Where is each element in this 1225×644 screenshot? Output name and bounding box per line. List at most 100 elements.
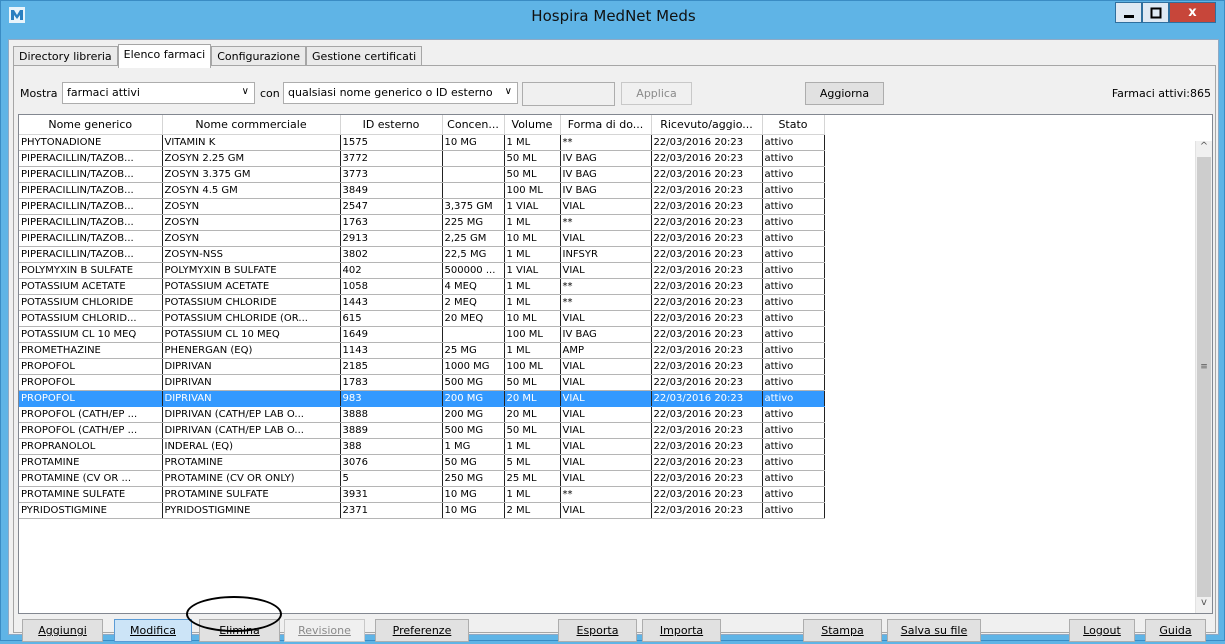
table-row[interactable]: PROMETHAZINE PHENERGAN (EQ) 1143 25 MG 1 ML A… — [19, 342, 825, 359]
table-row[interactable]: PIPERACILLIN/TAZOB... ZOSYN-NSS 3802 22,5 M… — [19, 246, 825, 263]
table-cell: 22/03/2016 20:23 — [651, 278, 763, 295]
column-header[interactable]: Concen... — [442, 115, 505, 135]
export-button[interactable]: Esporta — [558, 619, 637, 642]
preferences-button[interactable]: Preferenze — [375, 619, 469, 642]
table-row[interactable]: PYRIDOSTIGMINE PYRIDOSTIGMINE 2371 10 MG 2 M… — [19, 502, 825, 519]
table-row[interactable]: POTASSIUM ACETATE POTASSIUM ACETATE 1058 4 … — [19, 278, 825, 295]
table-cell: attivo — [762, 262, 825, 279]
column-header[interactable]: Stato — [762, 115, 825, 135]
search-field-select[interactable]: qualsiasi nome generico o ID esterno ∨ — [283, 82, 518, 104]
table-cell: ZOSYN-NSS — [162, 246, 341, 263]
table-cell: 22/03/2016 20:23 — [651, 310, 763, 327]
table-cell: 4 MEQ — [442, 278, 505, 295]
table-cell — [442, 150, 505, 167]
table-cell: attivo — [762, 166, 825, 183]
import-button[interactable]: Importa — [642, 619, 721, 642]
table-row[interactable]: PROTAMINE PROTAMINE 3076 50 MG 5 ML VIAL 22/03… — [19, 454, 825, 471]
tab-gestione-certificati[interactable]: Gestione certificati — [306, 46, 423, 67]
table-cell: 615 — [340, 310, 443, 327]
table-cell — [442, 166, 505, 183]
client-area: Directory libreria Elenco farmaci Config… — [8, 39, 1219, 642]
maximize-button[interactable] — [1142, 2, 1169, 23]
table-row[interactable]: PIPERACILLIN/TAZOB... ZOSYN 2547 3,375 GM 1 … — [19, 198, 825, 215]
table-cell: 50 ML — [504, 374, 561, 391]
column-header[interactable]: ID esterno — [340, 115, 443, 135]
minimize-button[interactable] — [1115, 2, 1142, 23]
edit-button[interactable]: Modifica — [114, 619, 192, 642]
help-button[interactable]: Guida — [1145, 619, 1206, 642]
table-cell: attivo — [762, 406, 825, 423]
column-header[interactable]: Ricevuto/aggio... — [651, 115, 763, 135]
table-row[interactable]: PIPERACILLIN/TAZOB... ZOSYN 2913 2,25 GM 10 … — [19, 230, 825, 247]
table-row[interactable]: PIPERACILLIN/TAZOB... ZOSYN 3.375 GM 3773 5… — [19, 166, 825, 183]
table-row[interactable]: PIPERACILLIN/TAZOB... ZOSYN 2.25 GM 3772 50… — [19, 150, 825, 167]
apply-button[interactable]: Applica — [621, 82, 692, 105]
scroll-down-icon[interactable]: v — [1196, 597, 1212, 613]
print-button[interactable]: Stampa — [803, 619, 882, 642]
table-cell: 983 — [340, 390, 443, 407]
table-row[interactable]: POLYMYXIN B SULFATE POLYMYXIN B SULFATE 40… — [19, 262, 825, 279]
table-cell: ZOSYN 4.5 GM — [162, 182, 341, 199]
search-input[interactable] — [522, 82, 615, 106]
table-cell: attivo — [762, 150, 825, 167]
column-header[interactable]: Nome cormmerciale — [162, 115, 341, 135]
table-cell: 22/03/2016 20:23 — [651, 326, 763, 343]
table-cell: 22/03/2016 20:23 — [651, 214, 763, 231]
table-cell: 22,5 MG — [442, 246, 505, 263]
tab-elenco-farmaci[interactable]: Elenco farmaci — [117, 44, 212, 68]
column-header[interactable]: Forma di do... — [560, 115, 652, 135]
refresh-button-label: Aggiorna — [819, 87, 870, 100]
table-row[interactable]: PHYTONADIONE VITAMIN K 1575 10 MG 1 ML ** 22/0… — [19, 134, 825, 151]
title-bar[interactable]: Hospira MedNet Meds x — [1, 1, 1225, 31]
scroll-up-icon[interactable]: ^ — [1196, 141, 1212, 157]
table-cell: PROPRANOLOL — [19, 438, 163, 455]
table-cell: VIAL — [560, 310, 652, 327]
vertical-scrollbar[interactable]: ^ ≡ v — [1195, 141, 1212, 613]
table-cell: ZOSYN — [162, 230, 341, 247]
table-cell: PROTAMINE (CV OR ... — [19, 470, 163, 487]
table-cell: 1 ML — [504, 294, 561, 311]
logout-button[interactable]: Logout — [1069, 619, 1135, 642]
table-cell: ** — [560, 486, 652, 503]
table-row[interactable]: PROTAMINE (CV OR ... PROTAMINE (CV OR ONL… — [19, 470, 825, 487]
table-row[interactable]: PROPOFOL DIPRIVAN 983 200 MG 20 ML VIAL 22/03/… — [19, 390, 825, 407]
table-row[interactable]: PROPOFOL DIPRIVAN 2185 1000 MG 100 ML VIAL 22/… — [19, 358, 825, 375]
table-cell: attivo — [762, 246, 825, 263]
table-row[interactable]: PIPERACILLIN/TAZOB... ZOSYN 1763 225 MG 1 ML… — [19, 214, 825, 231]
table-cell: POLYMYXIN B SULFATE — [19, 262, 163, 279]
review-button[interactable]: Revisione — [284, 619, 365, 642]
table-row[interactable]: POTASSIUM CHLORID... POTASSIUM CHLORIDE (… — [19, 310, 825, 327]
close-icon: x — [1188, 5, 1197, 20]
table-cell: VIAL — [560, 390, 652, 407]
column-header[interactable]: Volume — [504, 115, 561, 135]
refresh-button[interactable]: Aggiorna — [805, 82, 884, 105]
table-cell: PIPERACILLIN/TAZOB... — [19, 230, 163, 247]
table-cell: PROTAMINE (CV OR ONLY) — [162, 470, 341, 487]
table-cell: 22/03/2016 20:23 — [651, 342, 763, 359]
table-row[interactable]: PROPRANOLOL INDERAL (EQ) 388 1 MG 1 ML VIAL 22… — [19, 438, 825, 455]
add-button[interactable]: Aggiungi — [22, 619, 103, 642]
table-cell: 10 ML — [504, 310, 561, 327]
column-header[interactable]: Nome generico — [19, 115, 163, 135]
save-to-file-button[interactable]: Salva su file — [887, 619, 981, 642]
table-cell: 10 MG — [442, 486, 505, 503]
table-cell: attivo — [762, 438, 825, 455]
table-row[interactable]: PROPOFOL (CATH/EP ... DIPRIVAN (CATH/EP L… — [19, 422, 825, 439]
show-select[interactable]: farmaci attivi ∨ — [62, 82, 255, 104]
table-row[interactable]: PROPOFOL (CATH/EP ... DIPRIVAN (CATH/EP L… — [19, 406, 825, 423]
table-cell: 25 ML — [504, 470, 561, 487]
table-row[interactable]: POTASSIUM CL 10 MEQ POTASSIUM CL 10 MEQ 16… — [19, 326, 825, 343]
table-row[interactable]: PROPOFOL DIPRIVAN 1783 500 MG 50 ML VIAL 22/03… — [19, 374, 825, 391]
close-button[interactable]: x — [1169, 2, 1216, 23]
tab-configurazione[interactable]: Configurazione — [211, 46, 307, 67]
table-cell: 22/03/2016 20:23 — [651, 198, 763, 215]
table-cell: 2371 — [340, 502, 443, 519]
table-row[interactable]: PROTAMINE SULFATE PROTAMINE SULFATE 3931 10… — [19, 486, 825, 503]
scroll-thumb[interactable]: ≡ — [1197, 157, 1211, 597]
table-cell: 50 ML — [504, 422, 561, 439]
table-row[interactable]: POTASSIUM CHLORIDE POTASSIUM CHLORIDE 1443… — [19, 294, 825, 311]
drug-list-panel: Mostra farmaci attivi ∨ con qualsiasi no… — [13, 65, 1216, 642]
table-cell: DIPRIVAN — [162, 390, 341, 407]
table-row[interactable]: PIPERACILLIN/TAZOB... ZOSYN 4.5 GM 3849 100… — [19, 182, 825, 199]
tab-directory-libreria[interactable]: Directory libreria — [13, 46, 118, 67]
